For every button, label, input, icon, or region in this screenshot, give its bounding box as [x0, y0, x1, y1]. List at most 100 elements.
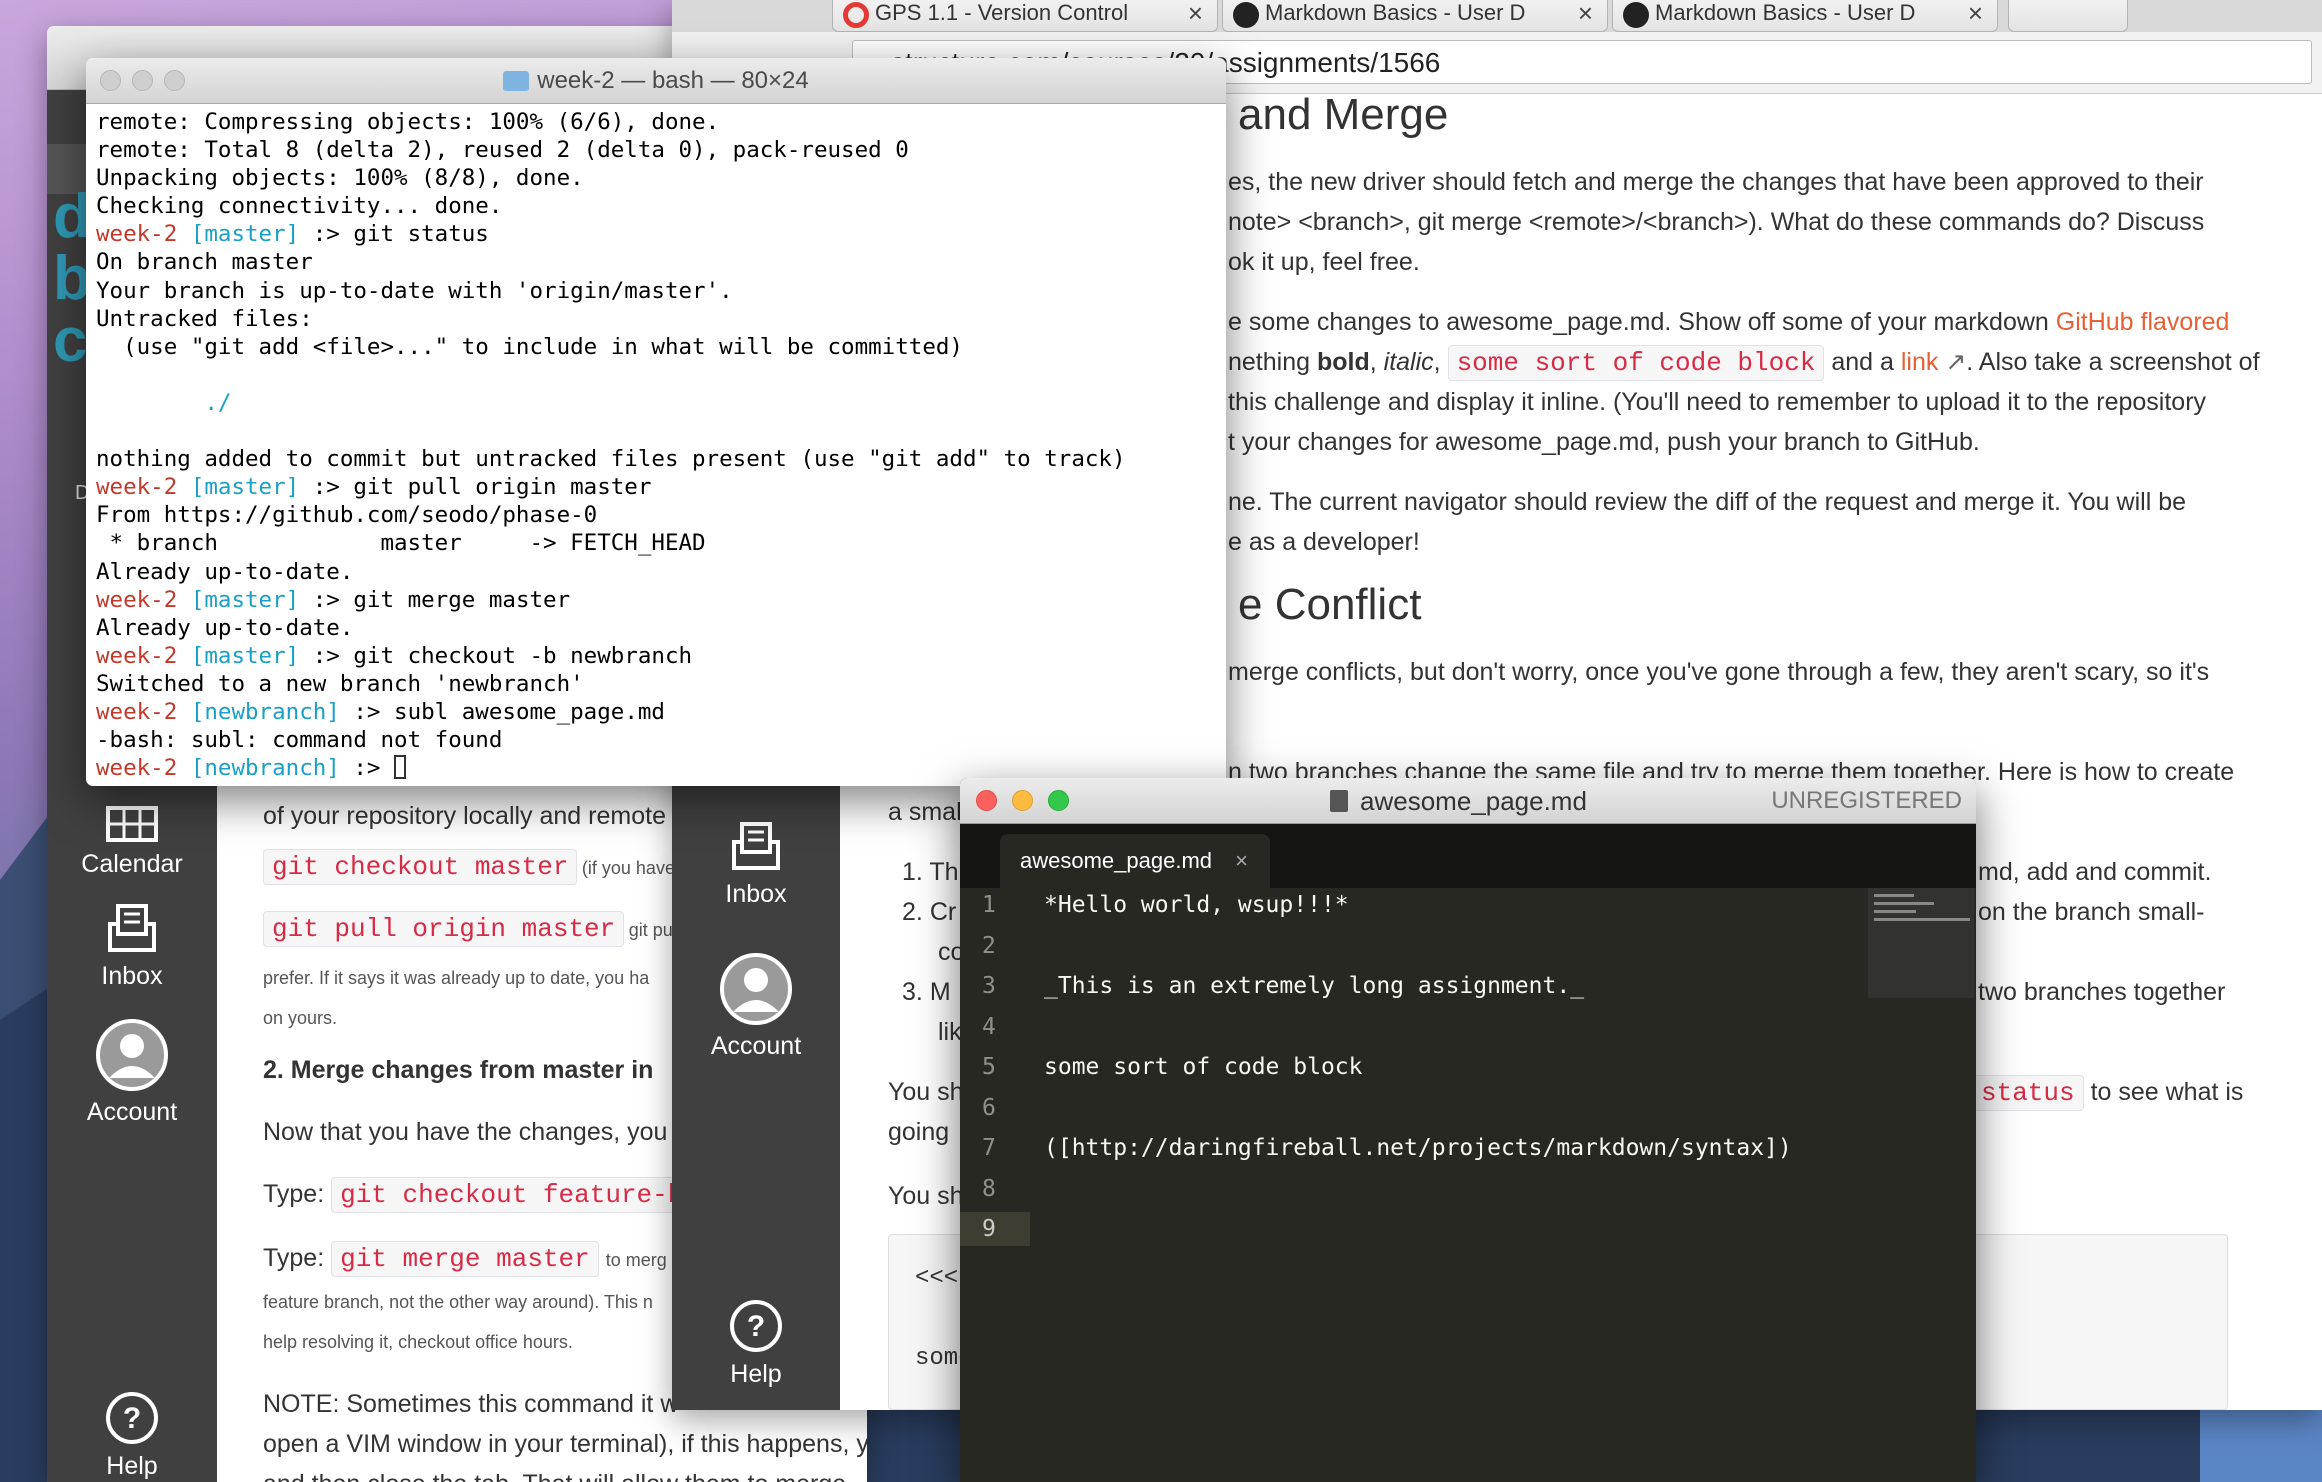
list-right-3: two branches together [1978, 978, 2226, 1006]
nav-help[interactable]: ? Help [47, 1390, 217, 1481]
nav-calendar-label: Calendar [81, 850, 183, 878]
prompt-dir: week-2 [96, 221, 191, 248]
inline-code-block: some sort of code block [1447, 345, 1825, 381]
list-number: 1. [902, 858, 923, 886]
para-line: t your changes for awesome_page.md, push… [1228, 428, 1980, 456]
terminal-text: Switched to a new branch 'newbranch' [96, 670, 584, 697]
para-line: ok it up, feel free. [1228, 248, 1420, 276]
new-tab-button[interactable] [2008, 0, 2128, 32]
para-line: this challenge and display it inline. (Y… [1228, 388, 2207, 416]
folder-icon [503, 71, 530, 91]
sublime-editor-window[interactable]: awesome_page.md UNREGISTERED awesome_pag… [960, 778, 1976, 1482]
close-button[interactable] [976, 790, 997, 811]
terminal-line: Switched to a new branch 'newbranch' [96, 670, 1216, 698]
minimap[interactable] [1868, 888, 1974, 998]
close-icon[interactable]: × [1235, 834, 1248, 888]
nav-account-label: Account [710, 1032, 802, 1060]
conflict-marker: <<< [915, 1265, 959, 1292]
zoom-button[interactable] [1048, 790, 1069, 811]
terminal-text: :> [339, 755, 395, 782]
terminal-text: Already up-to-date. [96, 614, 354, 641]
on-yours-text: on yours. [263, 1008, 338, 1028]
code-line[interactable]: ([http://daringfireball.net/projects/mar… [1044, 1135, 1792, 1161]
nav-help-2[interactable]: ? Help [672, 1298, 840, 1389]
code-line[interactable]: *Hello world, wsup!!!* [1044, 892, 1349, 918]
nav-inbox[interactable]: Inbox [47, 900, 217, 991]
terminal-titlebar[interactable]: week-2 — bash — 80×24 [86, 58, 1226, 104]
terminal-text: -bash: subl: command not found [96, 727, 503, 754]
canvas-global-nav-2: Inbox Account ? Help [672, 736, 840, 1410]
svg-text:?: ? [747, 1310, 765, 1343]
terminal-text: :> git checkout -b newbranch [299, 642, 693, 669]
sublime-titlebar[interactable]: awesome_page.md UNREGISTERED [960, 778, 1976, 824]
terminal-line: week-2 [master] :> git pull origin maste… [96, 473, 1216, 501]
terminal-line: Your branch is up-to-date with 'origin/m… [96, 277, 1216, 305]
type-label: Type: [263, 1180, 332, 1208]
code-merge-master: git merge master [331, 1241, 599, 1277]
nav-help-label: Help [730, 1360, 782, 1388]
tab-gps[interactable]: GPS 1.1 - Version Control × [832, 0, 1218, 32]
terminal-line: week-2 [master] :> git status [96, 220, 1216, 248]
help-resolving-text: help resolving it, checkout office hours… [263, 1332, 573, 1352]
github-flavored-link[interactable]: GitHub flavored [2056, 308, 2230, 336]
code-checkout-master: git checkout master [263, 849, 578, 885]
nav-account-2[interactable]: Account [672, 952, 840, 1061]
nav-help-label: Help [106, 1452, 158, 1480]
tab-markdown-2[interactable]: Markdown Basics - User D × [1612, 0, 1998, 32]
external-link-icon: ↗ [1938, 348, 1967, 376]
tab-markdown-1[interactable]: Markdown Basics - User D × [1222, 0, 1608, 32]
terminal-line: ./ [96, 389, 1216, 417]
terminal-text: Already up-to-date. [96, 558, 354, 585]
calendar-icon [106, 806, 158, 842]
nav-calendar[interactable]: Calendar [47, 804, 217, 879]
close-icon[interactable]: × [1968, 0, 1983, 29]
type-label: Type: [263, 1244, 332, 1272]
para-line: note> <branch>, git merge <remote>/<bran… [1228, 208, 2205, 236]
you-should-text-2: You sh [888, 1182, 964, 1210]
svg-text:?: ? [123, 1402, 141, 1435]
going-text: going [888, 1118, 950, 1146]
terminal-line: Already up-to-date. [96, 558, 1216, 586]
terminal-text: remote: Compressing objects: 100% (6/6),… [96, 109, 720, 135]
para-fetch-merge: es, the new driver should fetch and merg… [1228, 162, 2318, 282]
list-text: Th [929, 858, 959, 886]
code-area[interactable]: *Hello world, wsup!!!* _This is an extrem… [960, 888, 1860, 1482]
para-text: . Also take a screenshot of [1966, 348, 2260, 376]
close-button[interactable] [100, 70, 121, 91]
minimize-button[interactable] [132, 70, 153, 91]
minimize-button[interactable] [1012, 790, 1033, 811]
github-favicon-icon [1623, 2, 1649, 28]
help-icon: ? [106, 1392, 158, 1444]
terminal-output[interactable]: remote: Compressing objects: 100% (6/6),… [96, 108, 1216, 782]
link-anchor[interactable]: link [1901, 348, 1939, 376]
para-merge-conflicts: merge conflicts, but don't worry, once y… [1228, 658, 2210, 686]
zoom-button[interactable] [164, 70, 185, 91]
code-line[interactable]: _This is an extremely long assignment._ [1044, 973, 1584, 999]
nav-account[interactable]: Account [47, 1018, 217, 1127]
code2-note: git pul [628, 920, 677, 940]
terminal-text: On branch master [96, 249, 313, 276]
para-text: and a [1824, 348, 1901, 376]
nav-inbox-2[interactable]: Inbox [672, 818, 840, 909]
list-number: 2. [902, 898, 923, 926]
nav-inbox-label: Inbox [101, 962, 163, 990]
terminal-line: On branch master [96, 248, 1216, 276]
list-text: M [929, 978, 951, 1006]
close-icon[interactable]: × [1188, 0, 1203, 29]
code-line[interactable]: some sort of code block [1044, 1054, 1363, 1080]
terminal-text: ./ [96, 389, 232, 416]
para-navigator: ne. The current navigator should review … [1228, 482, 2318, 562]
terminal-window[interactable]: week-2 — bash — 80×24 remote: Compressin… [86, 58, 1226, 786]
prompt-branch: [newbranch] [190, 755, 340, 782]
account-icon [96, 1019, 168, 1091]
terminal-line: -bash: subl: command not found [96, 726, 1216, 754]
terminal-line: nothing added to commit but untracked fi… [96, 445, 1216, 473]
list-text: Cr [929, 898, 957, 926]
code-status: status [1972, 1075, 2084, 1111]
terminal-text: :> git status [299, 221, 489, 248]
close-icon[interactable]: × [1578, 0, 1593, 29]
prompt-branch: [master] [190, 474, 300, 501]
editor-tab[interactable]: awesome_page.md × [1000, 834, 1270, 888]
tab-markdown-1-label: Markdown Basics - User D [1265, 0, 1526, 25]
